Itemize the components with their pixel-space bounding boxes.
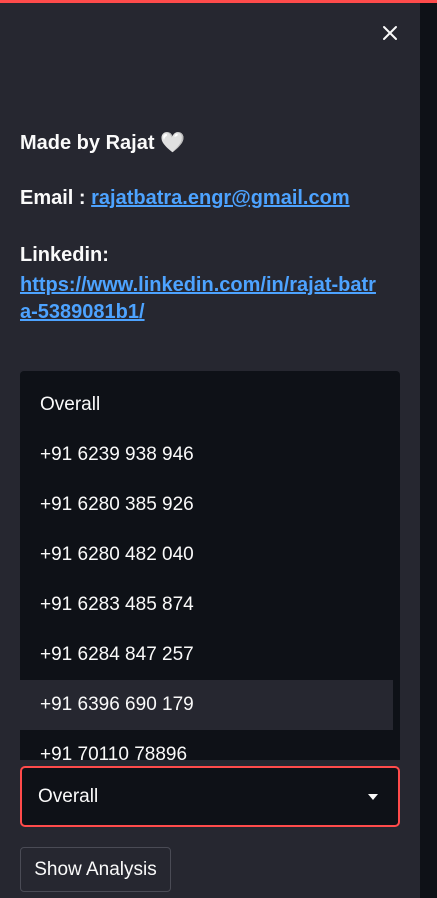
made-by-label: Made by Rajat [20,132,155,154]
email-link[interactable]: rajatbatra.engr@gmail.com [91,187,349,209]
linkedin-label: Linkedin: [20,244,109,266]
linkedin-link[interactable]: https://www.linkedin.com/in/rajat-batra-… [20,272,380,326]
close-sidebar-button[interactable] [376,19,404,47]
close-icon [383,26,397,40]
dropdown-option[interactable]: +91 6280 482 040 [20,530,393,580]
dropdown-menu[interactable]: Overall +91 6239 938 946 +91 6280 385 92… [20,371,400,760]
dropdown-option-overall[interactable]: Overall [20,380,393,430]
dropdown-option[interactable]: +91 6280 385 926 [20,480,393,530]
dropdown-option[interactable]: +91 70110 78896 [20,730,393,760]
email-line: Email : rajatbatra.engr@gmail.com [20,187,350,210]
dropdown-option[interactable]: +91 6283 485 874 [20,580,393,630]
heart-icon: 🤍 [160,132,185,154]
show-analysis-button[interactable]: Show Analysis [20,847,171,892]
main-area-edge [420,3,437,898]
select-value: Overall [38,786,99,807]
chevron-down-icon [368,794,378,800]
dropdown-option-highlighted[interactable]: +91 6396 690 179 [20,680,393,730]
dropdown-option[interactable]: +91 6284 847 257 [20,630,393,680]
made-by-text: Made by Rajat 🤍 [20,130,185,155]
dropdown-option[interactable]: +91 6239 938 946 [20,430,393,480]
email-label: Email : [20,187,92,209]
phone-select[interactable]: Overall [20,766,400,827]
